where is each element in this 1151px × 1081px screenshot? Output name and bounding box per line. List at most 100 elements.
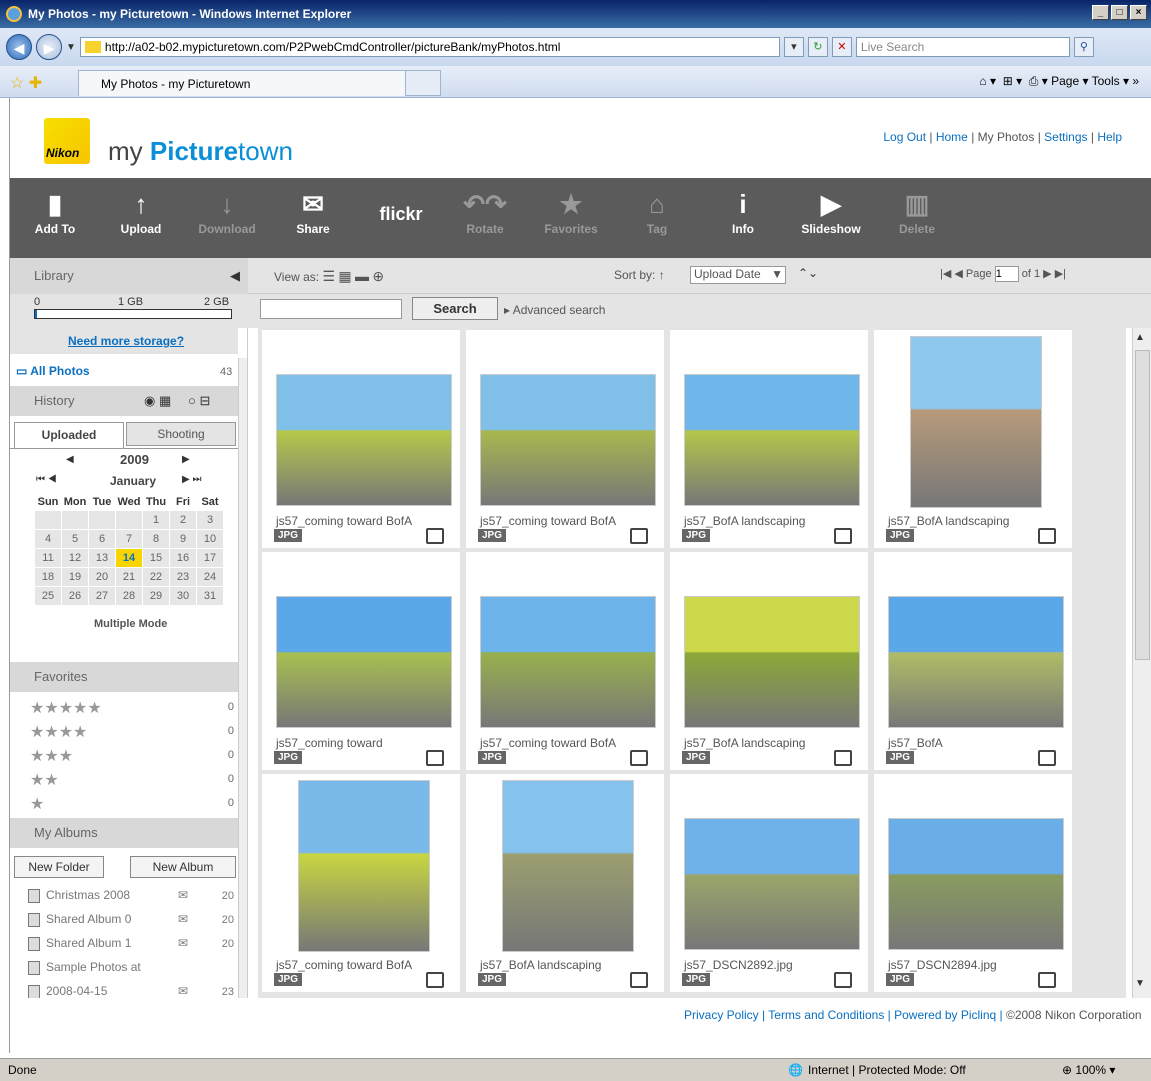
album-item[interactable]: 2008-04-15 ✉ 23 — [28, 984, 238, 998]
next-page-icon[interactable]: ▶ — [1043, 268, 1051, 280]
photo-thumbnail[interactable] — [888, 818, 1064, 950]
calendar-day[interactable]: 24 — [196, 567, 225, 587]
calendar-day[interactable]: 19 — [61, 567, 89, 587]
favorites-button[interactable]: ★ Favorites — [536, 186, 606, 236]
print-icon[interactable]: ⎙ ▾ — [1025, 74, 1048, 88]
calendar-day[interactable]: 29 — [142, 586, 171, 606]
favorites-row[interactable]: ★★★★ 0 — [30, 722, 234, 746]
maximize-button[interactable]: □ — [1111, 5, 1128, 20]
home-icon[interactable]: ⌂ ▾ — [979, 74, 996, 88]
photo-card[interactable]: js57_coming toward BofA JPG — [466, 552, 664, 770]
calendar-day[interactable]: 9 — [169, 529, 198, 549]
url-dropdown-button[interactable]: ▾ — [783, 37, 804, 57]
url-field[interactable]: http://a02-b02.mypicturetown.com/P2PwebC… — [79, 37, 780, 57]
calendar-view-icon[interactable]: ◉ ▦ — [144, 386, 171, 416]
photo-card[interactable]: js57_coming toward BofA JPG — [262, 330, 460, 548]
favorites-row[interactable]: ★★ 0 — [30, 770, 234, 794]
calendar-day[interactable]: 16 — [169, 548, 198, 568]
forward-button[interactable]: ▶ — [36, 34, 62, 60]
prev-year-icon[interactable]: ◀ — [66, 454, 74, 465]
zoom-control[interactable]: ⊕ 100% ▾ — [1062, 1063, 1115, 1077]
photo-thumbnail[interactable] — [480, 596, 656, 728]
photo-card[interactable]: js57_DSCN2894.jpg JPG — [874, 774, 1072, 992]
calendar-day[interactable]: 1 — [142, 510, 171, 530]
calendar-day[interactable]: 12 — [61, 548, 89, 568]
tools-menu[interactable]: Tools — [1092, 74, 1120, 88]
album-item[interactable]: Sample Photos at — [28, 960, 238, 984]
list-view-icon[interactable]: ☰ — [322, 268, 335, 284]
photo-thumbnail[interactable] — [298, 780, 430, 952]
my-photos-link[interactable]: My Photos — [978, 130, 1035, 144]
help-link[interactable]: Help — [1097, 130, 1122, 144]
photo-info-icon[interactable] — [630, 528, 648, 544]
new-album-button[interactable]: New Album — [130, 856, 236, 878]
new-folder-button[interactable]: New Folder — [14, 856, 104, 878]
need-more-storage-link[interactable]: Need more storage? — [68, 334, 184, 348]
photo-info-icon[interactable] — [1038, 750, 1056, 766]
multiple-mode-link[interactable]: Multiple Mode — [94, 618, 167, 630]
calendar-day[interactable]: 31 — [196, 586, 225, 606]
calendar-day[interactable]: 23 — [169, 567, 198, 587]
photo-info-icon[interactable] — [426, 972, 444, 988]
flickr-button[interactable]: flickr — [366, 204, 436, 225]
photo-info-icon[interactable] — [630, 972, 648, 988]
all-photos-link[interactable]: ▭ All Photos — [16, 364, 90, 378]
calendar-day[interactable]: 18 — [34, 567, 62, 587]
back-button[interactable]: ◀ — [6, 34, 32, 60]
page-input[interactable] — [994, 266, 1019, 282]
favorites-row[interactable]: ★ 0 — [30, 794, 234, 818]
photo-info-icon[interactable] — [426, 528, 444, 544]
search-input[interactable] — [260, 299, 402, 319]
calendar-day[interactable]: 27 — [88, 586, 116, 606]
tab-uploaded[interactable]: Uploaded — [14, 422, 124, 448]
photo-info-icon[interactable] — [630, 750, 648, 766]
page-menu[interactable]: Page — [1051, 74, 1079, 88]
calendar-day[interactable]: 13 — [88, 548, 116, 568]
powered-link[interactable]: Powered by Piclinq — [894, 1008, 996, 1022]
last-page-icon[interactable]: ▶| — [1055, 268, 1066, 280]
refresh-icon[interactable]: ↻ — [807, 37, 828, 57]
last-month-icon[interactable]: ▶ ⏭ — [182, 474, 201, 485]
photo-card[interactable]: js57_BofA JPG — [874, 552, 1072, 770]
calendar-day[interactable]: 21 — [114, 567, 144, 587]
calendar-day[interactable]: 15 — [142, 548, 171, 568]
feeds-icon[interactable]: ⊞ ▾ — [999, 74, 1022, 88]
filmstrip-view-icon[interactable]: ▬ — [355, 268, 369, 284]
favorites-row[interactable]: ★★★★★ 0 — [30, 698, 234, 722]
sort-ascending-icon[interactable]: ↑ — [659, 268, 665, 282]
tree-view-icon[interactable]: ○ ⊟ — [188, 386, 210, 416]
calendar-day[interactable]: 28 — [114, 586, 144, 606]
collapse-icon[interactable]: ◀ — [230, 268, 240, 284]
album-item[interactable]: Christmas 2008 ✉ 20 — [28, 888, 238, 912]
photo-card[interactable]: js57_coming toward JPG — [262, 552, 460, 770]
first-page-icon[interactable]: |◀ — [940, 268, 951, 280]
settings-link[interactable]: Settings — [1044, 130, 1087, 144]
add-to-button[interactable]: ▮ Add To — [20, 186, 90, 236]
logout-link[interactable]: Log Out — [883, 130, 926, 144]
calendar-day[interactable]: 14 — [114, 548, 144, 568]
scroll-down-icon[interactable]: ▼ — [1135, 978, 1145, 989]
advanced-search-link[interactable]: ▸ Advanced search — [504, 303, 605, 317]
photo-thumbnail[interactable] — [684, 818, 860, 950]
photo-thumbnail[interactable] — [502, 780, 634, 952]
calendar-day[interactable]: 30 — [169, 586, 198, 606]
photo-thumbnail[interactable] — [684, 596, 860, 728]
photo-info-icon[interactable] — [1038, 972, 1056, 988]
new-tab-button[interactable] — [405, 70, 441, 96]
photo-info-icon[interactable] — [834, 528, 852, 544]
photo-card[interactable]: js57_BofA landscaping JPG — [670, 552, 868, 770]
calendar-day[interactable]: 4 — [34, 529, 62, 549]
search-button[interactable]: Search — [412, 297, 498, 320]
scroll-thumb[interactable] — [1135, 350, 1150, 660]
photo-thumbnail[interactable] — [480, 374, 656, 506]
live-search-input[interactable]: Live Search — [855, 37, 1070, 57]
album-item[interactable]: Shared Album 0 ✉ 20 — [28, 912, 238, 936]
expand-collapse-icon[interactable]: ⌃⌄ — [798, 266, 818, 280]
photo-info-icon[interactable] — [834, 972, 852, 988]
calendar-day[interactable]: 11 — [34, 548, 62, 568]
photo-info-icon[interactable] — [426, 750, 444, 766]
tab-my-photos[interactable]: My Photos - my Picturetown — [78, 70, 440, 96]
calendar-day[interactable]: 2 — [169, 510, 198, 530]
tab-shooting[interactable]: Shooting — [126, 422, 236, 446]
sidebar-scrollbar[interactable] — [238, 358, 247, 998]
